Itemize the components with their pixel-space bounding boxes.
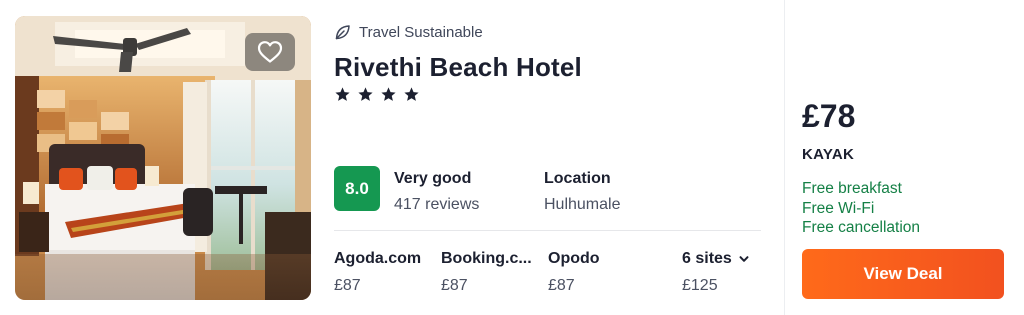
star-icon xyxy=(404,87,419,101)
hotel-result-card[interactable]: Travel Sustainable Rivethi Beach Hotel 8… xyxy=(0,0,1024,315)
provider-name: Agoda.com xyxy=(334,250,422,267)
provider-name: Opodo xyxy=(548,250,600,267)
perk-free-cancellation: Free cancellation xyxy=(802,219,921,236)
review-score-label: Very good xyxy=(394,170,472,187)
provider-price: £87 xyxy=(548,277,575,294)
location-heading: Location xyxy=(544,170,611,187)
more-sites-price: £125 xyxy=(682,277,718,294)
leaf-icon xyxy=(335,25,350,40)
provider-booking[interactable]: Booking.c... £87 xyxy=(441,250,532,295)
divider xyxy=(334,230,761,231)
deal-perks: Free breakfast Free Wi-Fi Free cancellat… xyxy=(802,179,920,238)
star-icon xyxy=(381,87,396,101)
perk-free-wifi: Free Wi-Fi xyxy=(802,199,875,217)
column-divider xyxy=(784,0,785,315)
review-count[interactable]: 417 reviews xyxy=(394,196,479,214)
provider-price: £87 xyxy=(334,277,361,294)
more-sites-dropdown[interactable]: 6 sites £125 xyxy=(682,250,750,295)
provider-name: Booking.c... xyxy=(441,250,532,267)
provider-opodo[interactable]: Opodo £87 xyxy=(548,250,600,295)
best-price-vendor: KAYAK xyxy=(802,146,855,163)
best-price: £78 xyxy=(802,98,856,134)
provider-agoda[interactable]: Agoda.com £87 xyxy=(334,250,421,295)
hotel-name[interactable]: Rivethi Beach Hotel xyxy=(334,52,582,83)
travel-sustainable-tag: Travel Sustainable xyxy=(334,24,483,41)
star-rating xyxy=(334,86,420,103)
favorite-button[interactable] xyxy=(245,33,295,71)
location-value: Hulhumale xyxy=(544,196,621,213)
view-deal-button[interactable]: View Deal xyxy=(802,249,1004,299)
perk-free-breakfast: Free breakfast xyxy=(802,180,902,197)
star-icon xyxy=(335,87,350,101)
chevron-down-icon xyxy=(739,256,749,262)
more-sites-label: 6 sites xyxy=(682,250,732,267)
review-score-badge: 8.0 xyxy=(334,166,380,211)
star-icon xyxy=(358,87,373,101)
provider-price: £87 xyxy=(441,277,468,294)
hotel-photo[interactable] xyxy=(15,16,311,300)
heart-icon xyxy=(257,41,283,63)
travel-sustainable-label: Travel Sustainable xyxy=(359,24,483,41)
